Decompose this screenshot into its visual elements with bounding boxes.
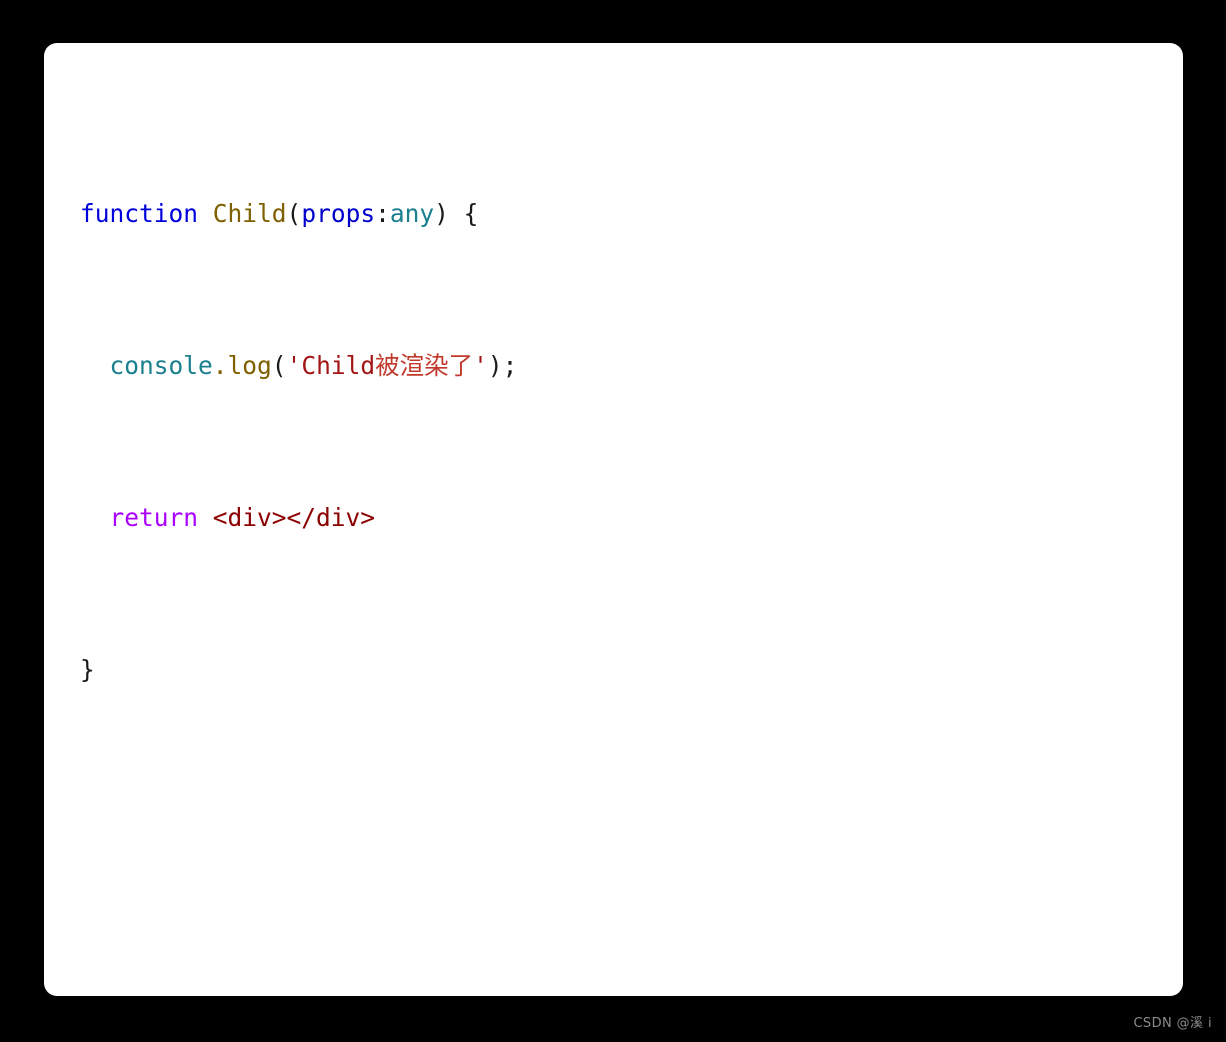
code-card: function Child(props:any) { console.log(…	[44, 43, 1183, 996]
code-block[interactable]: function Child(props:any) { console.log(…	[80, 81, 832, 996]
token-statement-end: );	[487, 351, 518, 380]
token-quote-close: '	[473, 351, 488, 380]
token-string-cjk: 被渲染了	[375, 351, 474, 380]
token-keyword-return: return	[109, 503, 199, 532]
code-line-2: console.log('Child被渲染了');	[80, 347, 832, 385]
code-line-3: return <div></div>	[80, 499, 832, 537]
token-type-any: any	[389, 199, 435, 228]
token-colon: :	[375, 199, 390, 228]
token-jsx-div-empty: <div></div>	[212, 503, 376, 532]
token-param-props: props	[301, 199, 376, 228]
token-paren-open: (	[286, 199, 302, 228]
code-line-1: function Child(props:any) {	[80, 195, 832, 233]
watermark: CSDN @溪 i	[1133, 1016, 1212, 1031]
code-line-4: }	[80, 651, 832, 689]
token-method-log: .log	[212, 351, 272, 380]
token-quote-open: '	[286, 351, 302, 380]
code-line-6-blank	[80, 917, 832, 955]
token-keyword-function: function	[80, 199, 199, 228]
code-line-5-blank	[80, 803, 832, 841]
page-root: function Child(props:any) { console.log(…	[0, 0, 1226, 1042]
token-function-name-child: Child	[212, 199, 287, 228]
token-object-console: console	[109, 351, 213, 380]
token-string-latin: Child	[301, 351, 376, 380]
token-brace-open: {	[448, 199, 479, 228]
token-paren-close: )	[434, 199, 449, 228]
token-brace-close: }	[80, 655, 95, 684]
token-paren-open: (	[271, 351, 287, 380]
